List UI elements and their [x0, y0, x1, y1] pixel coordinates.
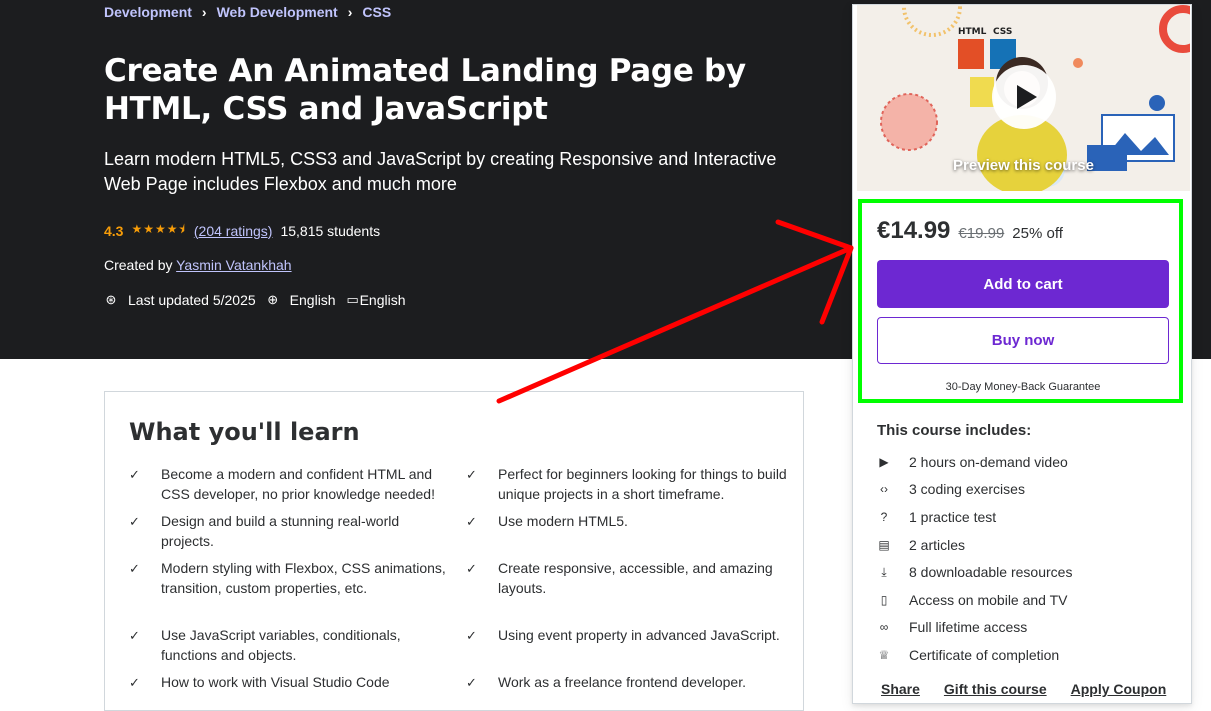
course-subtitle: Learn modern HTML5, CSS3 and JavaScript …	[104, 149, 777, 194]
code-icon: ‹›	[880, 482, 888, 496]
check-icon: ✓	[466, 467, 477, 482]
trophy-icon: ♕	[878, 648, 890, 662]
check-icon: ✓	[129, 514, 140, 529]
purchase-sidebar: HTML CSS Preview this course €14.99 €19.…	[852, 4, 1192, 704]
include-item: ? 1 practice test	[877, 509, 997, 525]
include-item: ‹› 3 coding exercises	[877, 481, 1025, 497]
infinity-icon: ∞	[879, 620, 889, 634]
globe-icon: ⊕	[267, 292, 279, 307]
share-link[interactable]: Share	[881, 681, 920, 697]
breadcrumb: Development › Web Development › CSS	[104, 4, 391, 20]
svg-text:HTML: HTML	[958, 27, 987, 37]
check-icon: ✓	[129, 561, 140, 576]
include-item: ⤓ 8 downloadable resources	[877, 564, 1072, 580]
course-preview[interactable]: HTML CSS Preview this course	[857, 5, 1190, 191]
learn-item: ✓ Create responsive, accessible, and amaz…	[466, 560, 773, 596]
play-button[interactable]	[992, 65, 1056, 129]
what-youll-learn-title: What you'll learn	[129, 418, 360, 446]
chevron-right-icon: ›	[201, 4, 207, 20]
alert-clock-icon: ⊛	[105, 292, 117, 307]
star-rating-icon: ★★★★⯨	[131, 222, 186, 236]
mobile-icon: ▯	[880, 593, 888, 607]
gift-course-link[interactable]: Gift this course	[944, 681, 1047, 697]
video-icon: ▶	[879, 455, 889, 469]
learn-item: ✓ How to work with Visual Studio Code	[129, 673, 451, 693]
include-item: ♕ Certificate of completion	[878, 647, 1060, 663]
check-icon: ✓	[466, 561, 477, 576]
chevron-right-icon: ›	[347, 4, 353, 20]
original-price: €19.99	[958, 225, 1005, 242]
learn-item: ✓ Work as a freelance frontend developer.	[466, 673, 788, 693]
buy-now-button[interactable]: Buy now	[877, 317, 1169, 364]
what-youll-learn-box: What you'll learn ✓ Become a modern and c…	[104, 391, 804, 711]
course-captions: English	[359, 292, 406, 308]
add-to-cart-button[interactable]: Add to cart	[877, 260, 1169, 308]
closed-captions-icon: ▭	[346, 292, 359, 307]
breadcrumb-css[interactable]: CSS	[362, 4, 391, 20]
check-icon: ✓	[466, 675, 477, 690]
rating-row: 4.3 ★★★★⯨ (204 ratings) 15,815 students	[104, 220, 380, 241]
check-icon: ✓	[129, 628, 140, 643]
last-updated: Last updated 5/2025	[128, 292, 256, 308]
learn-item: ✓ Use modern HTML5.	[466, 512, 788, 532]
breadcrumb-web-development[interactable]: Web Development	[217, 4, 338, 20]
play-icon	[1017, 85, 1037, 109]
students-count: 15,815 students	[280, 222, 381, 239]
question-icon: ?	[880, 510, 888, 524]
learn-item: ✓ Using event property in advanced JavaSc…	[466, 626, 788, 646]
money-back-guarantee: 30-Day Money-Back Guarantee	[945, 381, 1101, 393]
price-row: €14.99 €19.99 25% off	[877, 217, 1063, 245]
check-icon: ✓	[466, 628, 477, 643]
sidebar-footer-links: Share Gift this course Apply Coupon	[881, 681, 1166, 697]
created-by-label: Created by	[104, 257, 173, 273]
apply-coupon-link[interactable]: Apply Coupon	[1071, 681, 1167, 697]
instructor-link[interactable]: Yasmin Vatankhah	[176, 257, 291, 273]
learn-item: ✓ Become a modern and confident HTML and …	[129, 466, 435, 502]
ratings-count-link[interactable]: (204 ratings)	[194, 223, 273, 239]
created-by: Created by Yasmin Vatankhah	[104, 257, 292, 273]
check-icon: ✓	[466, 514, 477, 529]
check-icon: ✓	[129, 467, 140, 482]
learn-item: ✓ Modern styling with Flexbox, CSS animat…	[129, 560, 446, 596]
current-price: €14.99	[877, 217, 951, 244]
svg-text:CSS: CSS	[993, 27, 1012, 37]
include-item: ∞ Full lifetime access	[877, 619, 1028, 635]
article-icon: ▤	[878, 538, 890, 552]
course-language: English	[289, 292, 336, 308]
breadcrumb-development[interactable]: Development	[104, 4, 192, 20]
download-icon: ⤓	[881, 564, 887, 579]
check-icon: ✓	[129, 675, 140, 690]
discount-label: 25% off	[1012, 225, 1063, 242]
rating-value: 4.3	[104, 222, 124, 239]
learn-item: ✓ Perfect for beginners looking for thing…	[466, 466, 787, 502]
course-meta: ⊛ Last updated 5/2025 ⊕ English ▭ Englis…	[104, 292, 416, 308]
include-item: ▤ 2 articles	[878, 537, 966, 553]
course-title: Create An Animated Landing Page by HTML,…	[104, 53, 746, 127]
preview-course-label: Preview this course	[953, 157, 1094, 174]
include-item: ▶ 2 hours on-demand video	[877, 454, 1067, 470]
includes-title: This course includes:	[877, 422, 1032, 439]
learn-item: ✓ Design and build a stunning real-world …	[129, 513, 400, 549]
include-item: ▯ Access on mobile and TV	[877, 592, 1068, 608]
learn-item: ✓ Use JavaScript variables, conditionals,…	[129, 627, 401, 663]
